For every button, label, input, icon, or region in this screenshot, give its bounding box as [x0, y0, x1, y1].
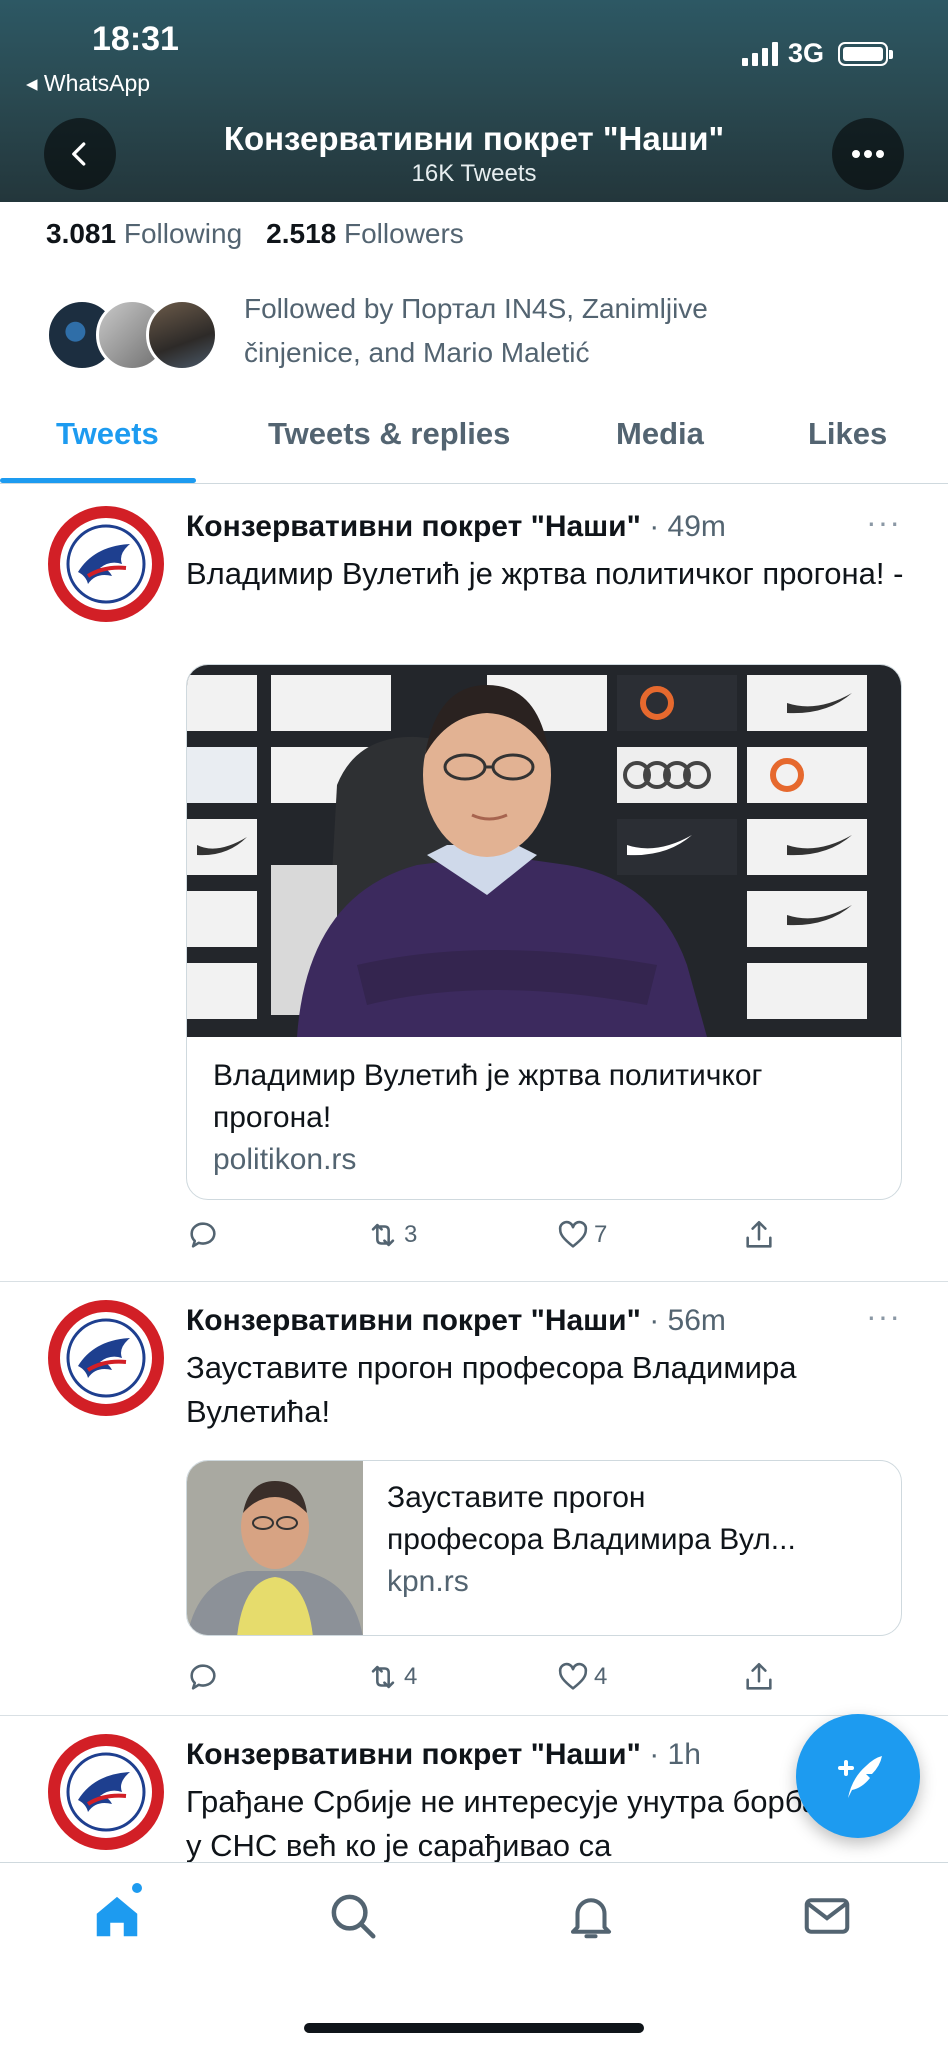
heart-icon	[558, 1662, 588, 1690]
tweet-text: Грађане Србије не интересује унутра борб…	[186, 1784, 820, 1862]
heart-icon	[558, 1220, 588, 1248]
link-card-domain: politikon.rs	[213, 1143, 357, 1176]
home-icon[interactable]	[90, 1889, 144, 1943]
account-logo-avatar[interactable]	[48, 1734, 164, 1850]
like-button[interactable]: 7	[556, 1218, 607, 1252]
link-card-domain: kpn.rs	[387, 1565, 469, 1598]
follow-counts: 3.081 Following 2.518 Followers	[46, 218, 464, 250]
author-name[interactable]: Конзервативни покрет "Наши"	[186, 510, 641, 543]
share-icon	[746, 1220, 772, 1248]
tweet-header: Конзервативни покрет "Наши" · 56m	[186, 1304, 726, 1338]
tweet-time: · 49m	[649, 510, 726, 543]
bottom-tab-bar	[0, 1862, 948, 2048]
battery-icon	[838, 41, 893, 66]
tweet-actions: 3 7	[186, 1218, 786, 1258]
tweet-actions: 4 4	[186, 1660, 786, 1700]
search-icon[interactable]	[326, 1889, 380, 1943]
tweet-more-button[interactable]: ···	[866, 504, 901, 541]
status-indicators: 3G	[741, 38, 893, 69]
tweet-time: · 56m	[649, 1304, 726, 1337]
status-time: 18:31	[92, 20, 179, 58]
tweet[interactable]: Конзервативни покрет "Наши" · 56m ··· За…	[0, 1282, 948, 1716]
retweet-count: 3	[404, 1221, 418, 1248]
link-card-title: Владимир Вулетић је жртва политичког про…	[213, 1059, 763, 1134]
link-card-body: Зауставите прогон професора Владимира Ву…	[387, 1477, 887, 1603]
profile-tabs: Tweets Tweets & replies Media Likes	[0, 402, 948, 484]
tweet-text: Зауставите прогон професора Владимира Ву…	[186, 1350, 797, 1429]
avatar	[146, 299, 218, 371]
following-link[interactable]: 3.081 Following	[46, 218, 242, 250]
retweet-count: 4	[404, 1663, 418, 1690]
like-button[interactable]: 4	[556, 1660, 607, 1694]
mail-icon[interactable]	[800, 1889, 854, 1943]
link-card-thumbnail	[187, 1461, 363, 1635]
account-logo-avatar[interactable]	[48, 506, 164, 622]
author-name[interactable]: Конзервативни покрет "Наши"	[186, 1304, 641, 1337]
retweet-button[interactable]: 4	[366, 1660, 417, 1694]
tab-tweets[interactable]: Tweets	[56, 416, 159, 452]
page-title: Конзервативни покрет "Наши"	[223, 120, 725, 157]
share-button[interactable]	[742, 1218, 776, 1252]
home-indicator	[304, 2023, 644, 2033]
bell-icon[interactable]	[564, 1889, 618, 1943]
retweet-button[interactable]: 3	[366, 1218, 417, 1252]
network-type: 3G	[787, 38, 824, 68]
author-name[interactable]: Конзервативни покрет "Наши"	[186, 1738, 641, 1771]
compose-tweet-button[interactable]	[796, 1714, 920, 1838]
profile-header: 18:31 ◂ WhatsApp 3G Конзервативни покрет…	[0, 0, 948, 202]
tab-media[interactable]: Media	[616, 416, 704, 452]
link-card-title: Зауставите прогон професора Владимира Ву…	[387, 1481, 796, 1556]
tweet-header: Конзервативни покрет "Наши" · 1h	[186, 1738, 701, 1772]
account-logo-avatar[interactable]	[48, 1300, 164, 1416]
tweet-header: Конзервативни покрет "Наши" · 49m	[186, 510, 726, 544]
link-card-body: Владимир Вулетић је жртва политичког про…	[187, 1037, 901, 1199]
more-dots-icon	[852, 150, 884, 158]
followers-link[interactable]: 2.518 Followers	[266, 218, 464, 250]
followed-by[interactable]: Followed by Портал IN4S, Zanimljive činj…	[46, 286, 804, 376]
share-icon	[746, 1662, 772, 1690]
more-options-button[interactable]	[832, 118, 904, 190]
tweet-count: 16K Tweets	[411, 160, 537, 187]
signal-icon	[741, 41, 778, 66]
tweet-time: · 1h	[649, 1738, 701, 1771]
back-to-app-link[interactable]: ◂ WhatsApp	[26, 70, 150, 97]
tweet[interactable]: Конзервативни покрет "Наши" · 49m ··· Вл…	[0, 488, 948, 1282]
like-count: 7	[594, 1221, 608, 1248]
tab-likes[interactable]: Likes	[808, 416, 887, 452]
follower-avatars	[46, 291, 222, 371]
reply-button[interactable]	[186, 1660, 220, 1694]
share-button[interactable]	[742, 1660, 776, 1694]
followed-by-text: Followed by Портал IN4S, Zanimljive činj…	[244, 293, 708, 368]
active-tab-indicator	[0, 478, 196, 483]
reply-icon	[190, 1222, 216, 1248]
retweet-icon	[371, 1223, 395, 1247]
link-card[interactable]: Зауставите прогон професора Владимира Ву…	[186, 1460, 902, 1636]
link-card-image	[187, 665, 901, 1037]
tweet-text: Владимир Вулетић је жртва политичког про…	[186, 556, 904, 591]
reply-icon	[190, 1664, 216, 1690]
link-card[interactable]: Владимир Вулетић је жртва политичког про…	[186, 664, 902, 1200]
retweet-icon	[371, 1665, 395, 1689]
like-count: 4	[594, 1663, 608, 1690]
compose-tweet-icon	[838, 1756, 882, 1798]
tab-tweets-replies[interactable]: Tweets & replies	[268, 416, 510, 452]
tweet-more-button[interactable]: ···	[866, 1298, 901, 1335]
reply-button[interactable]	[186, 1218, 220, 1252]
